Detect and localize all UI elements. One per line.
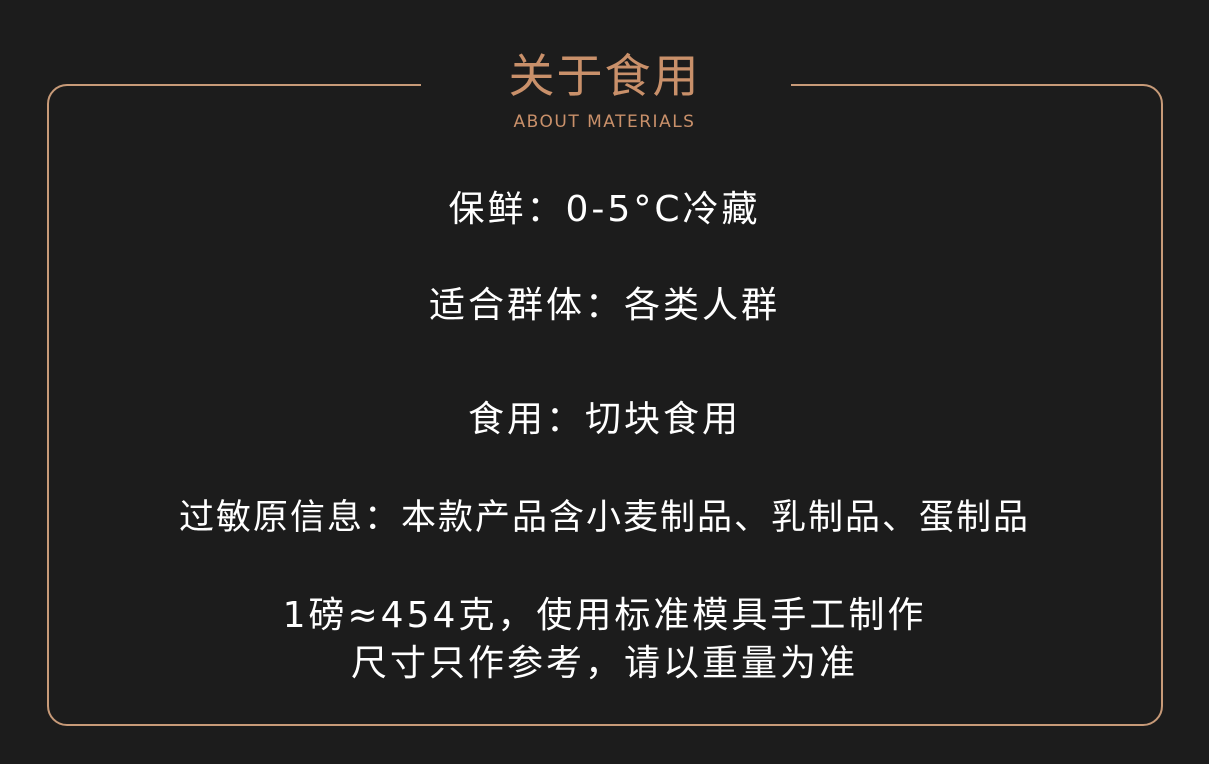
section-subtitle: ABOUT MATERIALS	[513, 112, 696, 132]
section-title: 关于食用	[508, 49, 701, 103]
section-header: 关于食用 ABOUT MATERIALS	[0, 46, 1209, 134]
audience-info: 适合群体：各类人群	[428, 285, 780, 326]
weight-note-line1: 1磅≈454克，使用标准模具手工制作	[282, 595, 927, 636]
usage-info: 食用：切块食用	[467, 399, 741, 440]
weight-note-line2: 尺寸只作参考，请以重量为准	[350, 643, 858, 684]
storage-info: 保鲜：0-5°C冷藏	[448, 189, 761, 230]
allergen-info: 过敏原信息：本款产品含小麦制品、乳制品、蛋制品	[178, 498, 1030, 538]
